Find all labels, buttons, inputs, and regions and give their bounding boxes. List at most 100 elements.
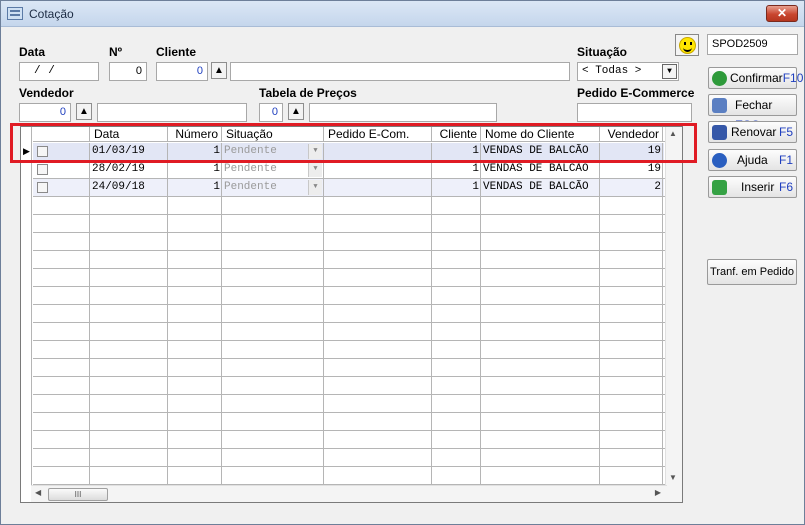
cell-situacao[interactable]: Pendente ▼ — [222, 179, 324, 197]
empty-cell — [168, 395, 222, 413]
empty-cell — [600, 467, 663, 485]
cliente-name-field[interactable] — [230, 62, 570, 81]
cell-vendedor[interactable]: 19 — [600, 161, 663, 179]
cell-cliente[interactable]: 1 — [432, 179, 481, 197]
horizontal-scrollbar[interactable]: ◀ III ▶ — [31, 485, 667, 502]
close-button[interactable]: ✕ — [766, 5, 798, 22]
column-header[interactable]: Vendedor — [600, 127, 663, 142]
column-header[interactable]: Pedido E-Com. — [324, 127, 432, 142]
row-checkbox-cell[interactable] — [33, 179, 90, 197]
tabela-lookup-button[interactable]: ▲ — [288, 103, 304, 120]
empty-cell — [481, 467, 600, 485]
cell-numero[interactable]: 1 — [168, 161, 222, 179]
scroll-right-icon[interactable]: ▶ — [655, 488, 661, 497]
chevron-down-icon[interactable]: ▼ — [308, 162, 322, 177]
row-checkbox[interactable] — [37, 146, 48, 157]
empty-cell — [600, 287, 663, 305]
cell-vendedor[interactable]: 19 — [600, 143, 663, 161]
cell-pedido[interactable] — [324, 143, 432, 161]
vendedor-name-field[interactable] — [97, 103, 247, 122]
scroll-down-icon[interactable]: ▼ — [669, 473, 677, 482]
empty-cell — [481, 377, 600, 395]
data-field[interactable]: / / — [19, 62, 99, 81]
cell-numero[interactable]: 1 — [168, 143, 222, 161]
empty-cell — [324, 287, 432, 305]
column-header[interactable]: Número — [168, 127, 222, 142]
cell-cliente[interactable]: 1 — [432, 161, 481, 179]
column-header[interactable]: Cliente — [432, 127, 481, 142]
row-checkbox-cell[interactable] — [33, 143, 90, 161]
empty-cell — [481, 323, 600, 341]
cell-cliente[interactable]: 1 — [432, 143, 481, 161]
empty-cell — [600, 359, 663, 377]
cell-data[interactable]: 24/09/18 — [90, 179, 168, 197]
row-checkbox[interactable] — [37, 182, 48, 193]
cell-data[interactable]: 28/02/19 — [90, 161, 168, 179]
situacao-select[interactable]: < Todas > ▼ — [577, 62, 679, 81]
cell-situacao[interactable]: Pendente ▼ — [222, 143, 324, 161]
empty-cell — [324, 269, 432, 287]
numero-field[interactable]: 0 — [109, 62, 147, 81]
empty-cell — [432, 323, 481, 341]
empty-cell — [90, 233, 168, 251]
tabela-name-field[interactable] — [309, 103, 497, 122]
empty-cell — [432, 215, 481, 233]
inserir-button[interactable]: Inserir F6 — [708, 176, 797, 198]
cell-numero[interactable]: 1 — [168, 179, 222, 197]
pedido-ecommerce-field[interactable] — [577, 103, 692, 122]
empty-cell — [33, 395, 90, 413]
cotacao-grid[interactable]: Data Número Situação Pedido E-Com. Cliente No… — [20, 126, 683, 503]
empty-cell — [222, 359, 324, 377]
vertical-scrollbar[interactable]: ▲ ▼ — [665, 127, 682, 502]
confirmar-button[interactable]: ConfirmarF10 — [708, 67, 803, 89]
cell-vendedor[interactable]: 2 — [600, 179, 663, 197]
empty-cell — [324, 467, 432, 485]
column-header[interactable]: Situação — [222, 127, 324, 142]
chevron-down-icon[interactable]: ▼ — [662, 64, 677, 79]
cell-situacao[interactable]: Pendente ▼ — [222, 161, 324, 179]
header-select[interactable] — [33, 127, 90, 142]
row-checkbox-cell[interactable] — [33, 161, 90, 179]
title-bar[interactable]: Cotação ✕ — [1, 1, 804, 27]
scroll-up-icon[interactable]: ▲ — [669, 129, 677, 138]
empty-cell — [600, 197, 663, 215]
smiley-button[interactable] — [675, 34, 699, 56]
cell-data[interactable]: 01/03/19 — [90, 143, 168, 161]
column-header[interactable]: Nome do Cliente — [481, 127, 600, 142]
chevron-down-icon[interactable]: ▼ — [308, 144, 322, 159]
renovar-button[interactable]: Renovar F5 — [708, 121, 797, 143]
empty-cell — [432, 251, 481, 269]
column-header[interactable]: Data — [90, 127, 168, 142]
chevron-down-icon[interactable]: ▼ — [308, 180, 322, 195]
empty-cell — [600, 449, 663, 467]
scroll-thumb[interactable]: III — [48, 488, 108, 501]
cell-nome[interactable]: VENDAS DE BALCÃO — [481, 179, 600, 197]
cell-nome[interactable]: VENDAS DE BALCÃO — [481, 161, 600, 179]
cliente-lookup-button[interactable]: ▲ — [211, 62, 227, 79]
vendedor-code-field[interactable]: 0 — [19, 103, 71, 122]
empty-cell — [222, 215, 324, 233]
empty-cell — [600, 431, 663, 449]
empty-cell — [222, 395, 324, 413]
smiley-icon — [679, 37, 696, 54]
transferir-pedido-button[interactable]: Tranf. em Pedido — [707, 259, 797, 285]
cell-pedido[interactable] — [324, 179, 432, 197]
empty-cell — [324, 215, 432, 233]
cliente-code-field[interactable]: 0 — [156, 62, 208, 81]
fechar-button[interactable]: Fechar ESC — [708, 94, 797, 132]
empty-cell — [168, 287, 222, 305]
empty-cell — [222, 197, 324, 215]
empty-cell — [33, 251, 90, 269]
tabela-code-field[interactable]: 0 — [259, 103, 283, 122]
ajuda-button[interactable]: Ajuda F1 — [708, 149, 797, 171]
empty-cell — [324, 377, 432, 395]
empty-cell — [481, 431, 600, 449]
empty-cell — [33, 449, 90, 467]
row-checkbox[interactable] — [37, 164, 48, 175]
empty-cell — [33, 305, 90, 323]
scroll-left-icon[interactable]: ◀ — [35, 488, 41, 497]
empty-cell — [168, 341, 222, 359]
cell-nome[interactable]: VENDAS DE BALCÃO — [481, 143, 600, 161]
cell-pedido[interactable] — [324, 161, 432, 179]
vendedor-lookup-button[interactable]: ▲ — [76, 103, 92, 120]
